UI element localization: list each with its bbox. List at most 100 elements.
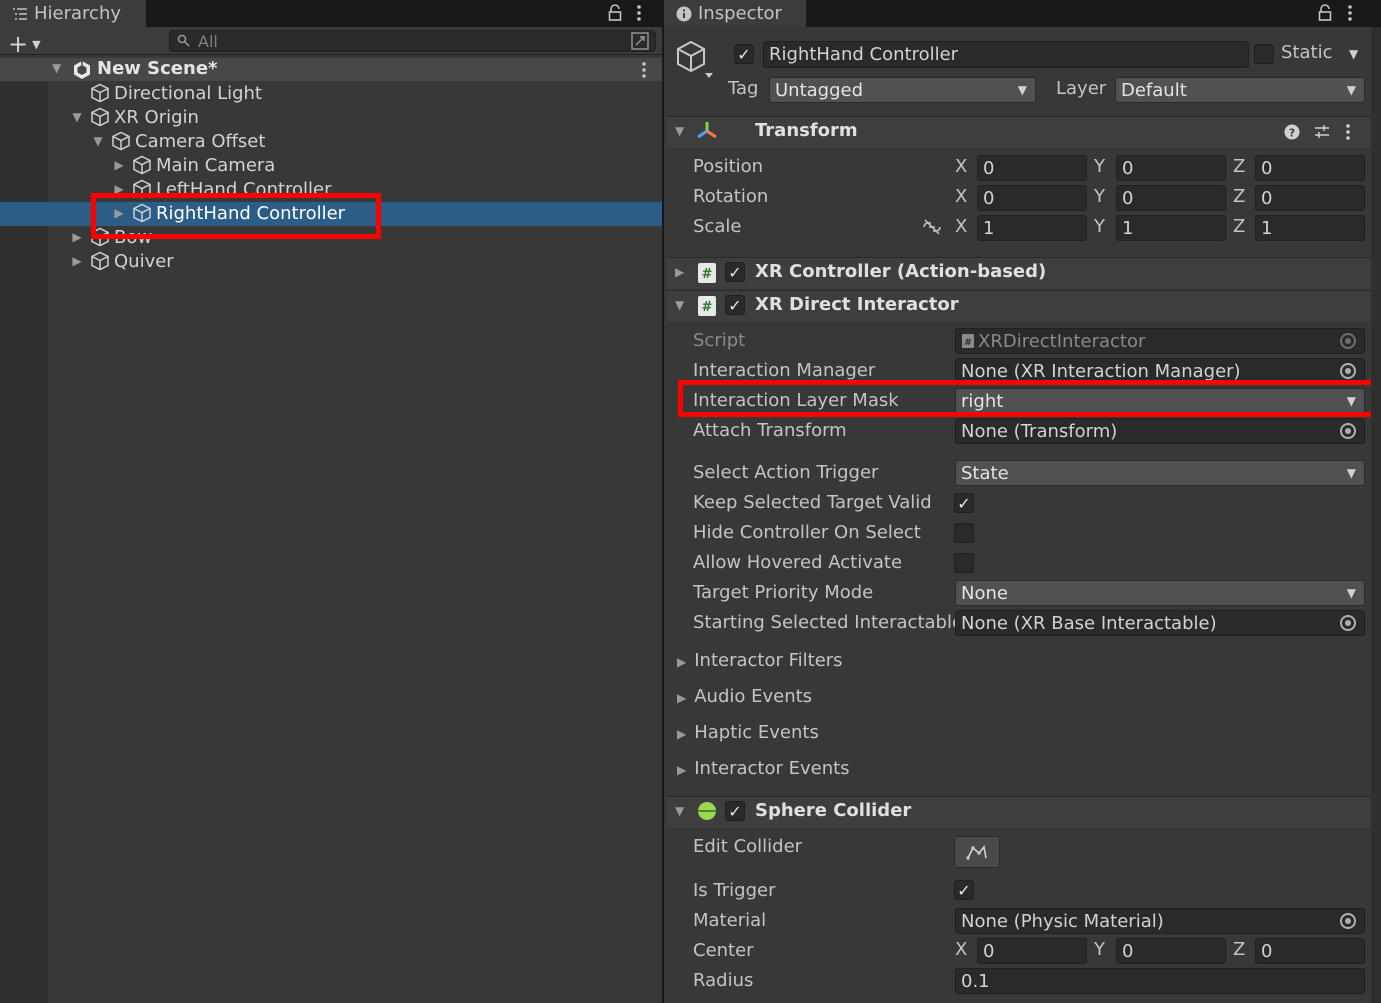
- scale-y-axis-label[interactable]: Y: [1094, 216, 1105, 237]
- radius-input[interactable]: 0.1: [955, 968, 1365, 994]
- scale-x-input[interactable]: 1: [977, 215, 1087, 241]
- is-trigger-label: Is Trigger: [693, 880, 776, 901]
- object-picker-icon[interactable]: [1340, 423, 1356, 439]
- gameobject-active-checkbox[interactable]: ✓: [734, 44, 754, 64]
- foldout-haptic-events[interactable]: ▶ Haptic Events: [677, 722, 819, 743]
- hierarchy-tab[interactable]: Hierarchy: [0, 0, 146, 27]
- expand-arrow-open-icon[interactable]: ▼: [91, 134, 105, 148]
- inspector-more-icon[interactable]: [1346, 3, 1354, 23]
- static-dropdown-icon[interactable]: ▼: [1349, 47, 1358, 61]
- object-picker-icon[interactable]: [1340, 913, 1356, 929]
- hierarchy-item[interactable]: ▶ Main Camera: [0, 153, 662, 177]
- expand-arrow-closed-icon: ▶: [677, 763, 687, 777]
- gameobject-name-input[interactable]: RightHand Controller: [763, 41, 1249, 68]
- expand-arrow-open-icon[interactable]: ▼: [70, 110, 84, 124]
- rotation-z-input[interactable]: 0: [1255, 185, 1365, 211]
- select-action-trigger-dropdown[interactable]: State ▼: [955, 460, 1365, 486]
- sphere-collider-foldout-arrow[interactable]: ▼: [675, 804, 684, 818]
- sphere-collider-enabled-checkbox[interactable]: ✓: [725, 801, 745, 821]
- rotation-y-input[interactable]: 0: [1116, 185, 1226, 211]
- center-y-input[interactable]: 0: [1116, 938, 1226, 964]
- more-options-icon[interactable]: [635, 3, 643, 23]
- inspector-lock-icon[interactable]: [1317, 4, 1333, 22]
- object-picker-icon[interactable]: [1340, 363, 1356, 379]
- static-checkbox[interactable]: [1254, 44, 1274, 64]
- help-icon[interactable]: ?: [1284, 124, 1300, 140]
- center-y-axis-label[interactable]: Y: [1094, 939, 1105, 960]
- edit-collider-button[interactable]: [954, 836, 1000, 868]
- rotation-y-axis-label[interactable]: Y: [1094, 186, 1105, 207]
- center-x-input[interactable]: 0: [977, 938, 1087, 964]
- foldout-interactor-filters[interactable]: ▶ Interactor Filters: [677, 650, 843, 671]
- scale-x-axis-label[interactable]: X: [955, 216, 967, 237]
- gameobject-name-text: RightHand Controller: [769, 44, 959, 65]
- object-picker-icon[interactable]: [1340, 615, 1356, 631]
- position-x-axis-label[interactable]: X: [955, 156, 967, 177]
- scale-z-axis-label[interactable]: Z: [1233, 216, 1245, 237]
- search-icon: [177, 34, 191, 48]
- attach-transform-field[interactable]: None (Transform): [955, 418, 1365, 444]
- allow-hovered-checkbox[interactable]: [954, 553, 974, 573]
- center-z-axis-label[interactable]: Z: [1233, 939, 1245, 960]
- presets-icon[interactable]: [1314, 124, 1330, 140]
- tag-value: Untagged: [775, 79, 864, 101]
- expand-arrow-closed-icon[interactable]: ▶: [70, 254, 84, 268]
- scale-y-input[interactable]: 1: [1116, 215, 1226, 241]
- hierarchy-item-label: Quiver: [114, 250, 174, 272]
- position-y-axis-label[interactable]: Y: [1094, 156, 1105, 177]
- gameobject-icon: [90, 107, 110, 127]
- search-filter-icon[interactable]: [631, 32, 649, 50]
- target-priority-label: Target Priority Mode: [693, 582, 874, 603]
- center-z-input[interactable]: 0: [1255, 938, 1365, 964]
- xr-controller-foldout-arrow[interactable]: ▶: [675, 265, 684, 279]
- transform-foldout-arrow[interactable]: ▼: [675, 124, 684, 138]
- hierarchy-search-input[interactable]: All: [169, 30, 656, 52]
- hide-controller-checkbox[interactable]: [954, 523, 974, 543]
- constrain-proportions-icon[interactable]: [921, 218, 943, 236]
- position-x-input[interactable]: 0: [977, 155, 1087, 181]
- center-x-axis-label[interactable]: X: [955, 939, 967, 960]
- rotation-x-input[interactable]: 0: [977, 185, 1087, 211]
- expand-arrow-icon[interactable]: ▼: [52, 61, 61, 75]
- hierarchy-item-label: Camera Offset: [135, 130, 266, 152]
- position-y-input[interactable]: 0: [1116, 155, 1226, 181]
- sphere-collider-title: Sphere Collider: [755, 800, 912, 821]
- inspector-tab[interactable]: Inspector: [664, 0, 806, 27]
- xr-direct-enabled-checkbox[interactable]: ✓: [725, 295, 745, 315]
- foldout-audio-events[interactable]: ▶ Audio Events: [677, 686, 812, 707]
- starting-selected-field[interactable]: None (XR Base Interactable): [955, 610, 1365, 636]
- tag-dropdown[interactable]: Untagged ▼: [769, 77, 1036, 103]
- hierarchy-item[interactable]: Directional Light: [0, 81, 662, 105]
- material-field[interactable]: None (Physic Material): [955, 908, 1365, 934]
- expand-arrow-closed-icon[interactable]: ▶: [70, 230, 84, 244]
- component-menu-icon[interactable]: [1344, 123, 1352, 141]
- is-trigger-checkbox[interactable]: ✓: [954, 880, 974, 900]
- xr-controller-enabled-checkbox[interactable]: ✓: [725, 262, 745, 282]
- hierarchy-item[interactable]: ▶ Quiver: [0, 249, 662, 273]
- rotation-x-axis-label[interactable]: X: [955, 186, 967, 207]
- position-z-axis-label[interactable]: Z: [1233, 156, 1245, 177]
- add-button[interactable]: + ▼: [8, 30, 41, 58]
- scale-x-value: 1: [983, 217, 995, 239]
- scale-z-input[interactable]: 1: [1255, 215, 1365, 241]
- layer-dropdown[interactable]: Default ▼: [1115, 77, 1365, 103]
- transform-title: Transform: [755, 120, 858, 141]
- lock-icon[interactable]: [607, 4, 623, 22]
- scene-row[interactable]: ▼ New Scene*: [0, 58, 662, 81]
- hierarchy-item[interactable]: ▼ XR Origin: [0, 105, 662, 129]
- position-z-input[interactable]: 0: [1255, 155, 1365, 181]
- rotation-z-value: 0: [1261, 187, 1273, 209]
- keep-selected-checkbox[interactable]: ✓: [954, 493, 974, 513]
- foldout-interactor-events[interactable]: ▶ Interactor Events: [677, 758, 850, 779]
- inspector-scrollbar[interactable]: [1371, 27, 1381, 1003]
- object-picker-icon: [1340, 333, 1356, 349]
- hierarchy-item[interactable]: ▼ Camera Offset: [0, 129, 662, 153]
- target-priority-dropdown[interactable]: None ▼: [955, 580, 1365, 606]
- xr-direct-foldout-arrow[interactable]: ▼: [675, 298, 684, 312]
- rotation-z-axis-label[interactable]: Z: [1233, 186, 1245, 207]
- radius-value: 0.1: [961, 970, 990, 992]
- scene-menu-icon[interactable]: [640, 60, 648, 80]
- starting-selected-label: Starting Selected Interactable: [693, 612, 955, 633]
- expand-arrow-closed-icon[interactable]: ▶: [112, 158, 126, 172]
- highlight-box-layer-mask: [678, 380, 1377, 417]
